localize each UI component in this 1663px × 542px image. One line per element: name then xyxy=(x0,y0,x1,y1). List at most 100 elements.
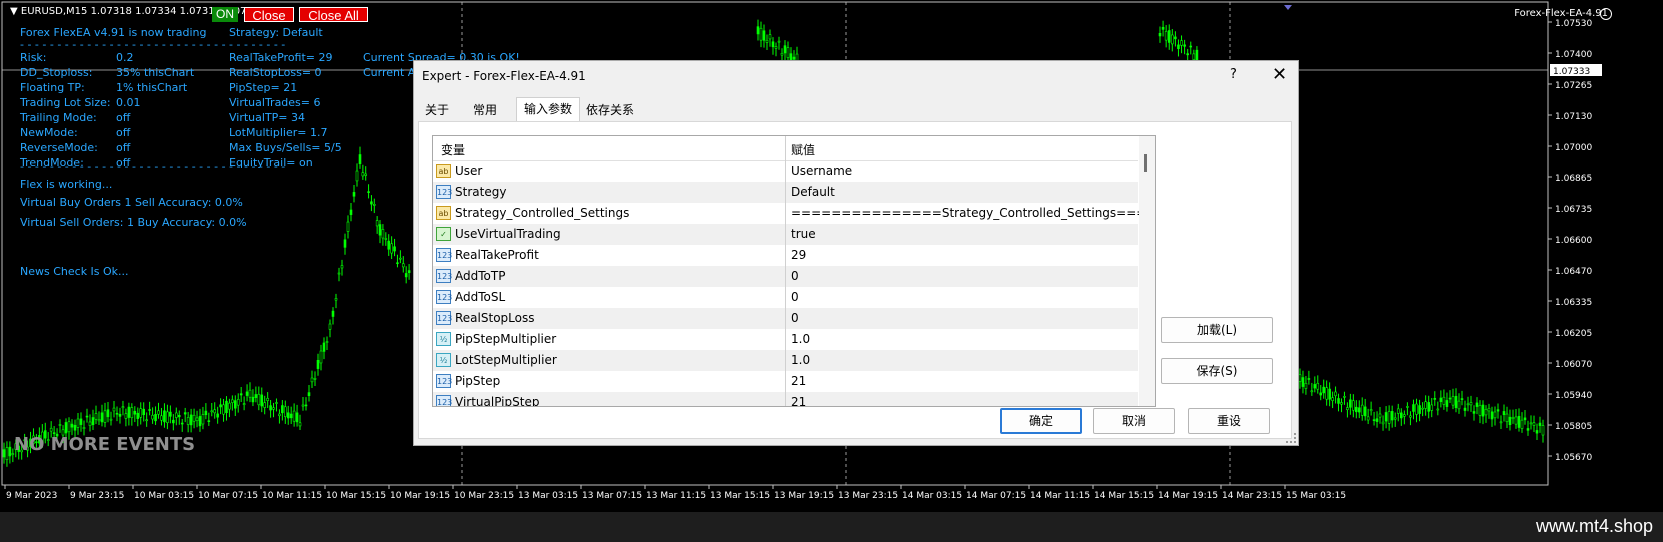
close-button[interactable]: Close xyxy=(244,7,294,23)
candle-body xyxy=(783,45,787,54)
load-button[interactable]: 加载(L) xyxy=(1161,317,1273,343)
param-value[interactable]: 0 xyxy=(791,269,799,283)
reset-button[interactable]: 重设 xyxy=(1188,408,1270,434)
candle-body xyxy=(1529,422,1533,425)
param-value[interactable]: Username xyxy=(791,164,852,178)
candle-body xyxy=(160,415,163,421)
candle-body xyxy=(1517,416,1521,428)
candle-body xyxy=(1369,409,1373,412)
cancel-button[interactable]: 取消 xyxy=(1093,408,1175,434)
candle-body xyxy=(1340,402,1343,405)
scrollbar-thumb[interactable] xyxy=(1144,154,1147,172)
int-type-icon: 123 xyxy=(436,269,452,283)
price-axis-label: 1.06735 xyxy=(1555,205,1592,215)
tab-dependencies[interactable]: 依存关系 xyxy=(580,99,640,121)
tab-inputs[interactable]: 输入参数 xyxy=(516,97,580,122)
int-type-icon: 123 xyxy=(436,311,452,325)
time-axis-label: 10 Mar 23:15 xyxy=(454,491,514,501)
candle-body xyxy=(404,273,408,278)
int-type-icon: 123 xyxy=(436,374,452,388)
vertical-scrollbar[interactable] xyxy=(1139,136,1155,406)
candle-body xyxy=(1475,402,1479,407)
candle-body xyxy=(154,414,157,422)
candle-body xyxy=(216,413,219,418)
candle-body xyxy=(180,422,184,425)
candle-body xyxy=(281,405,284,414)
candle-body xyxy=(70,423,74,428)
candle-body xyxy=(1430,404,1434,411)
candle-body xyxy=(163,410,166,423)
time-axis-label: 13 Mar 19:15 xyxy=(774,491,834,501)
candle-body xyxy=(1372,419,1376,421)
candle-body xyxy=(275,402,278,404)
candle-body xyxy=(186,417,190,425)
candle-body xyxy=(319,350,323,364)
candle-body xyxy=(1511,417,1515,419)
candle-body xyxy=(94,413,98,420)
candle-body xyxy=(198,416,202,427)
param-value[interactable]: Default xyxy=(791,185,835,199)
candle-body xyxy=(169,411,172,417)
resize-grip-icon[interactable] xyxy=(1286,433,1296,443)
tab-about[interactable]: 关于 xyxy=(420,99,454,121)
candle-body xyxy=(786,47,790,58)
overlay-line: NewMode: xyxy=(20,126,78,139)
candle-body xyxy=(358,154,362,165)
candle-body xyxy=(1427,402,1430,412)
help-button[interactable]: ? xyxy=(1230,67,1237,82)
candle-body xyxy=(384,238,388,240)
candle-body xyxy=(58,424,62,426)
candle-body xyxy=(1180,40,1183,46)
candle-body xyxy=(257,393,261,406)
candle-body xyxy=(768,34,772,40)
candle-body xyxy=(364,173,368,176)
overlay-line: Floating TP: xyxy=(20,81,85,94)
candle-body xyxy=(307,392,311,397)
candle-body xyxy=(1514,416,1518,425)
param-value[interactable]: 1.0 xyxy=(791,332,810,346)
candle-body xyxy=(1424,401,1427,409)
param-value[interactable]: 21 xyxy=(791,374,806,388)
candle-body xyxy=(263,402,267,408)
param-value[interactable]: ===============Strategy_Controlled_Setti… xyxy=(791,206,1155,220)
candle-body xyxy=(1487,407,1491,412)
candle-body xyxy=(272,407,275,410)
ok-button[interactable]: 确定 xyxy=(1000,408,1082,434)
candle-body xyxy=(127,406,131,418)
overlay-line: PipStep= 21 xyxy=(229,81,298,94)
param-value[interactable]: 1.0 xyxy=(791,353,810,367)
collapse-triangle-icon[interactable]: ▼ xyxy=(10,6,18,17)
candle-body xyxy=(49,427,53,432)
dbl-type-icon: ½ xyxy=(436,353,451,367)
parameters-table[interactable]: 变量 赋值 ab User Username 123 Strategy Default ab… xyxy=(432,135,1156,407)
candle-body xyxy=(1412,404,1415,412)
candle-body xyxy=(1384,412,1388,422)
ea-on-button[interactable]: ON xyxy=(212,7,238,22)
param-value[interactable]: 0 xyxy=(791,311,799,325)
candle-body xyxy=(375,220,379,227)
close-icon[interactable]: ✕ xyxy=(1272,64,1287,85)
candle-body xyxy=(399,257,402,260)
candle-body xyxy=(393,246,396,252)
str-type-icon: ab xyxy=(436,206,451,220)
overlay-line: RealTakeProfit= 29 xyxy=(229,51,333,64)
param-value[interactable]: 21 xyxy=(791,395,806,406)
param-name: PipStep xyxy=(455,374,501,388)
tab-common[interactable]: 常用 xyxy=(468,99,502,121)
candle-body xyxy=(1349,399,1352,408)
param-name: UseVirtualTrading xyxy=(455,227,561,241)
candle-body xyxy=(1451,396,1455,406)
candle-body xyxy=(1415,403,1418,415)
param-value[interactable]: 0 xyxy=(791,290,799,304)
save-button[interactable]: 保存(S) xyxy=(1161,358,1273,384)
candle-body xyxy=(136,412,140,419)
candle-body xyxy=(1496,409,1500,412)
close-all-button[interactable]: Close All xyxy=(299,7,368,23)
candle-body xyxy=(1167,30,1171,43)
candle-body xyxy=(73,424,77,431)
param-value[interactable]: true xyxy=(791,227,816,241)
param-value[interactable]: 29 xyxy=(791,248,806,262)
candle-body xyxy=(97,419,101,422)
candle-body xyxy=(1502,411,1506,416)
dialog-title: Expert - Forex-Flex-EA-4.91 xyxy=(422,69,586,83)
